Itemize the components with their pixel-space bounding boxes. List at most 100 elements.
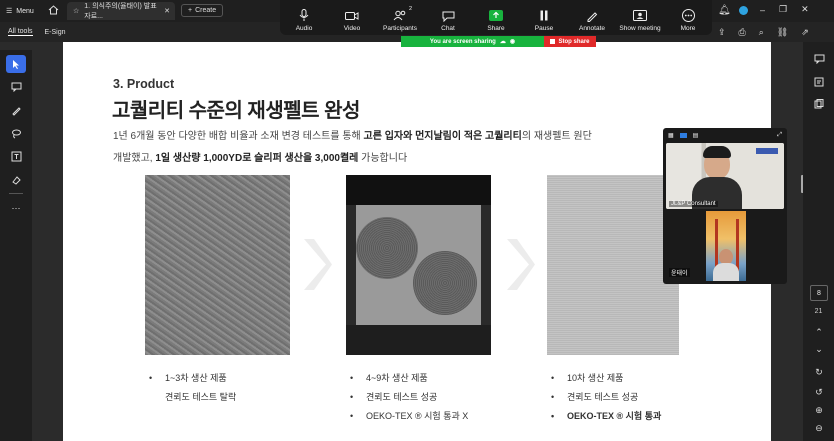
tab-title: 1. 의식주의(율태이) 발표자료... — [84, 3, 157, 20]
cursor-icon — [12, 59, 19, 69]
video-window-header: ▦ ▤ ⤢ — [663, 128, 787, 142]
bookmark-panel-icon[interactable] — [812, 75, 826, 89]
share-label: Share — [487, 25, 505, 32]
zoom-in-icon[interactable]: ⊕ — [812, 403, 826, 417]
esign-tab[interactable]: E-Sign — [45, 29, 66, 36]
account-avatar[interactable] — [738, 6, 748, 15]
video-button[interactable]: Video — [329, 9, 375, 32]
product-1-list: • 1~3차 생산 제품 견뢰도 테스트 탈락 — [149, 369, 236, 407]
list-item: • 4~9차 생산 제품 — [350, 369, 468, 388]
stop-share-label: Stop share — [558, 38, 590, 45]
create-label: Create — [195, 7, 217, 14]
annotate-label: Annotate — [578, 25, 606, 32]
all-tools-tab[interactable]: All tools — [8, 28, 33, 36]
star-icon[interactable]: ☆ — [73, 7, 79, 15]
current-page-field[interactable]: 8 — [810, 285, 828, 301]
link-icon[interactable]: ⛓ — [777, 27, 788, 38]
product-2-list: • 4~9차 생산 제품 • 견뢰도 테스트 성공 • OEKO-TEX ® 시험 통… — [350, 369, 468, 426]
comment-icon — [11, 82, 21, 92]
total-pages: 21 — [814, 308, 823, 315]
more-button[interactable]: More — [665, 9, 711, 32]
desc-bold: 1일 생산량 1,000YD로 슬리퍼 생산을 3,000켤레 — [155, 153, 359, 164]
create-button[interactable]: + Create — [181, 4, 224, 17]
bullet-text: 4~9차 생산 제품 — [366, 373, 428, 383]
plus-icon: + — [188, 7, 193, 14]
screen-sharing-bar: You are screen sharing ☁ ◉ Stop share — [401, 36, 596, 47]
close-tab-icon[interactable]: ✕ — [164, 7, 170, 15]
annotate-button[interactable]: Annotate — [569, 9, 615, 32]
menu-label: Menu — [16, 7, 34, 15]
participant-tile: JL&P Consultant — [666, 143, 784, 209]
grid-view-icon[interactable]: ▦ — [668, 132, 674, 139]
window-buttons: – ❐ ✕ — [760, 4, 809, 15]
audio-button[interactable]: Audio — [281, 9, 327, 32]
left-gutter — [32, 42, 63, 441]
home-icon[interactable] — [48, 5, 59, 17]
list-item: • 견뢰도 테스트 성공 — [551, 388, 661, 407]
microphone-icon — [297, 9, 311, 22]
zoom-out-icon[interactable]: ⊖ — [812, 421, 826, 435]
share-out-icon[interactable]: ⇗ — [801, 27, 809, 38]
stop-share-button[interactable]: Stop share — [544, 36, 596, 47]
select-tool-button[interactable] — [6, 55, 26, 73]
draw-tool-button[interactable] — [6, 101, 26, 119]
document-tab[interactable]: ☆ 1. 의식주의(율태이) 발표자료... ✕ — [67, 2, 175, 20]
meeting-controls: Audio Video 2 Participants Chat Share Pa… — [280, 0, 712, 35]
chevron-right-icon — [304, 239, 332, 290]
participants-count: 2 — [408, 6, 412, 12]
bell-icon[interactable]: 🔔︎ — [718, 5, 731, 16]
layout-icon[interactable] — [679, 132, 687, 138]
list-item: • 견뢰도 테스트 성공 — [350, 388, 468, 407]
share-button[interactable]: Share — [473, 9, 519, 32]
upload-icon[interactable]: ⇪ — [718, 27, 726, 38]
rotate-icon[interactable]: ↻ — [812, 365, 826, 379]
more-tools-button[interactable]: ⋯ — [6, 199, 26, 217]
expand-icon[interactable]: ⤢ — [777, 132, 782, 139]
more-dots-icon: ⋯ — [11, 202, 21, 213]
pause-label: Pause — [534, 25, 554, 32]
rotate-back-icon[interactable]: ↺ — [812, 385, 826, 399]
stamp-tool-button[interactable] — [6, 170, 26, 188]
share-icon — [489, 9, 503, 22]
desc-bold: 고른 입자와 먼지날림이 적은 고퀄리티 — [363, 131, 522, 142]
menu-button[interactable]: ☰ Menu — [0, 7, 44, 16]
section-heading: 3. Product — [113, 77, 175, 91]
text-tool-button[interactable] — [6, 147, 26, 165]
search-icon[interactable]: ⌕ — [759, 27, 764, 38]
lasso-tool-button[interactable] — [6, 124, 26, 142]
speaker-view-icon[interactable]: ▤ — [693, 132, 699, 139]
list-item: • OEKO-TEX ® 시험 통과 X — [350, 407, 468, 426]
lasso-icon — [11, 129, 21, 138]
participant-name: JL&P Consultant — [669, 201, 718, 207]
close-window-icon[interactable]: ✕ — [801, 4, 809, 15]
minimize-icon[interactable]: – — [760, 5, 765, 15]
left-tool-rail: ⋯ — [0, 50, 32, 441]
slide-description: 1년 6개월 동안 다양한 배합 비율과 소재 변경 테스트를 통해 고른 입자… — [113, 126, 673, 170]
pages-panel-icon[interactable] — [812, 97, 826, 111]
participants-button[interactable]: 2 Participants — [377, 6, 423, 32]
show-meeting-button[interactable]: Show meeting — [617, 9, 663, 32]
product-photo-3 — [547, 175, 679, 355]
print-icon[interactable]: ⎙ — [739, 27, 746, 38]
sharing-status[interactable]: You are screen sharing ☁ ◉ — [401, 36, 544, 47]
chat-button[interactable]: Chat — [425, 9, 471, 32]
chevron-up-icon[interactable]: ⌃ — [812, 325, 826, 339]
product-photo-2 — [346, 175, 491, 355]
more-icon — [681, 9, 695, 22]
pause-button[interactable]: Pause — [521, 9, 567, 32]
slide-title: 고퀄리티 수준의 재생펠트 완성 — [112, 100, 360, 122]
comment-tool-button[interactable] — [6, 78, 26, 96]
chevron-right-icon — [507, 239, 535, 290]
chevron-down-icon[interactable]: ⌄ — [812, 342, 826, 356]
maximize-icon[interactable]: ❐ — [779, 4, 787, 15]
security-icon: ◉ — [509, 39, 516, 45]
participant-video-window[interactable]: ▦ ▤ ⤢ JL&P Consultant 윤태이 — [663, 128, 787, 284]
bullet-text: 견뢰도 테스트 탈락 — [165, 392, 237, 402]
bullet-text: OEKO-TEX ® 시험 통과 X — [366, 411, 469, 421]
comments-panel-icon[interactable] — [812, 52, 826, 66]
bullet-text: 견뢰도 테스트 성공 — [366, 392, 438, 402]
list-item: • 1~3차 생산 제품 — [149, 369, 236, 388]
pen-icon — [11, 106, 21, 116]
video-label: Video — [343, 25, 361, 32]
stop-icon — [550, 39, 556, 44]
